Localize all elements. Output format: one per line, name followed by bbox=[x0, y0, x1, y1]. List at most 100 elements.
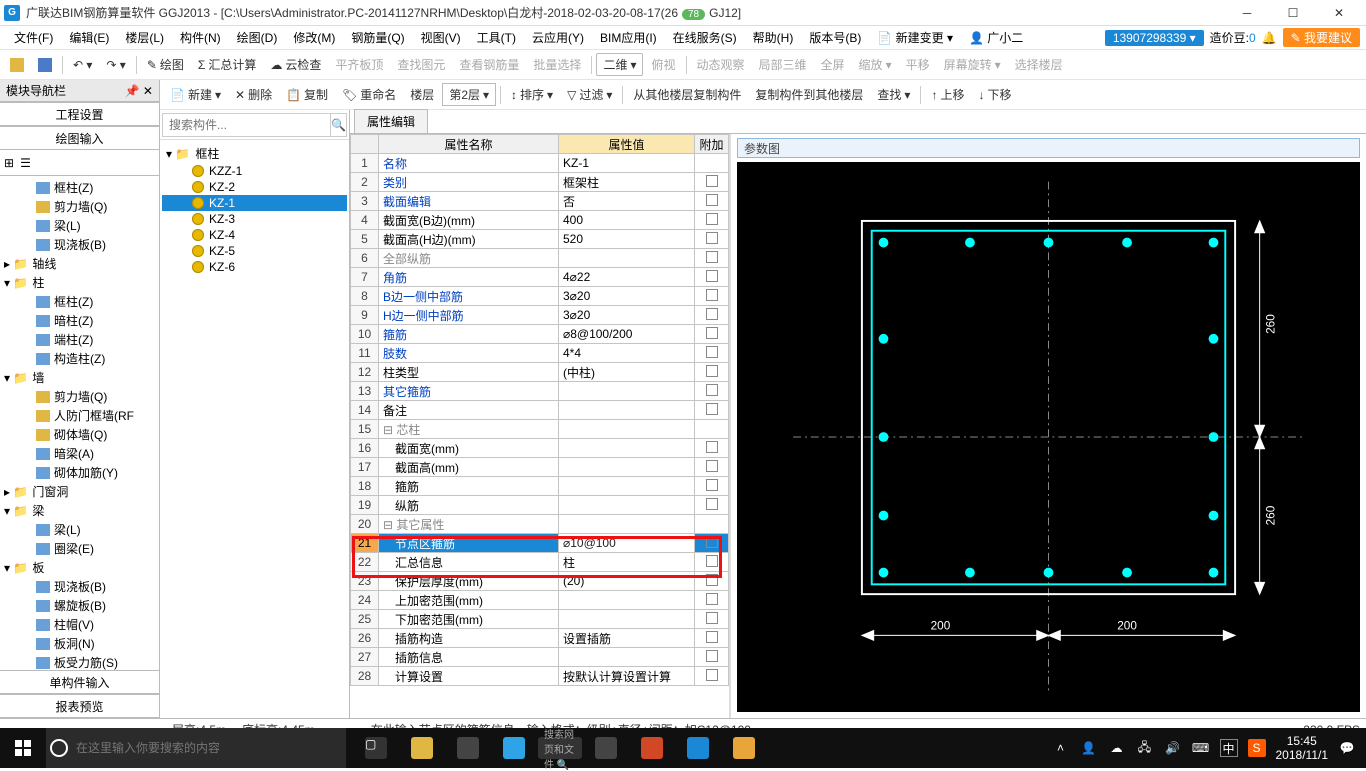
lefttree-item[interactable]: 暗柱(Z) bbox=[0, 311, 159, 330]
tb-top[interactable]: 俯视 bbox=[645, 54, 681, 75]
tb-open[interactable] bbox=[4, 56, 30, 74]
lefttree-item[interactable]: ▾ 📁 柱 bbox=[0, 273, 159, 292]
menu-file[interactable]: 文件(F) bbox=[6, 29, 61, 46]
tb2-filter[interactable]: ▽ 过滤 ▾ bbox=[561, 84, 618, 105]
tb2-new[interactable]: 📄 新建 ▾ bbox=[164, 84, 227, 105]
dock-pin-icon[interactable]: 📌 ✕ bbox=[125, 84, 153, 98]
prop-row[interactable]: 23保护层厚度(mm)(20) bbox=[351, 572, 729, 591]
tb-sum[interactable]: Σ 汇总计算 bbox=[192, 54, 262, 75]
lefttree-item[interactable]: 柱帽(V) bbox=[0, 615, 159, 634]
tb-flattop[interactable]: 平齐板顶 bbox=[329, 54, 389, 75]
prop-row[interactable]: 6全部纵筋 bbox=[351, 249, 729, 268]
lefttree-item[interactable]: 框柱(Z) bbox=[0, 292, 159, 311]
taskbar-search[interactable] bbox=[46, 728, 346, 768]
minimize-button[interactable]: ─ bbox=[1224, 0, 1270, 26]
menu-help[interactable]: 帮助(H) bbox=[745, 29, 802, 46]
midtree-root[interactable]: ▾ 📁 框柱 bbox=[162, 144, 347, 163]
menu-component[interactable]: 构件(N) bbox=[172, 29, 229, 46]
dock-btn-draw[interactable]: 绘图输入 bbox=[0, 126, 159, 150]
tb-fullscreen[interactable]: 全屏 bbox=[815, 54, 851, 75]
prop-row[interactable]: 24上加密范围(mm) bbox=[351, 591, 729, 610]
lefttree-item[interactable]: 螺旋板(B) bbox=[0, 596, 159, 615]
menu-view[interactable]: 视图(V) bbox=[413, 29, 469, 46]
lefttree-item[interactable]: 现浇板(B) bbox=[0, 235, 159, 254]
lefttree-item[interactable]: 暗梁(A) bbox=[0, 444, 159, 463]
tb2-down[interactable]: ↓ 下移 bbox=[972, 84, 1017, 105]
lefttree-item[interactable]: 现浇板(B) bbox=[0, 577, 159, 596]
midtree-item[interactable]: KZ-6 bbox=[162, 259, 347, 275]
tb2-copy[interactable]: 📋 复制 bbox=[280, 84, 334, 105]
prop-row[interactable]: 10箍筋⌀8@100/200 bbox=[351, 325, 729, 344]
prop-row[interactable]: 7角筋4⌀22 bbox=[351, 268, 729, 287]
menu-tools[interactable]: 工具(T) bbox=[469, 29, 524, 46]
phone-badge[interactable]: 13907298339 ▾ bbox=[1105, 30, 1204, 46]
tray-net-icon[interactable]: 🖧 bbox=[1136, 739, 1154, 757]
lefttree-item[interactable]: 框柱(Z) bbox=[0, 178, 159, 197]
search-input[interactable] bbox=[162, 113, 331, 137]
tb-orbit[interactable]: 动态观察 bbox=[691, 54, 751, 75]
app-360[interactable] bbox=[584, 728, 628, 768]
user-label[interactable]: 👤 广小二 bbox=[961, 29, 1031, 46]
tb2-sort[interactable]: ↕ 排序 ▾ bbox=[505, 84, 559, 105]
app-taskview[interactable]: ▢ bbox=[354, 728, 398, 768]
tray-sogou-icon[interactable]: S bbox=[1248, 739, 1266, 757]
lefttree-item[interactable]: 构造柱(Z) bbox=[0, 349, 159, 368]
menu-bim[interactable]: BIM应用(I) bbox=[592, 29, 665, 46]
tray-up-icon[interactable]: ˄ bbox=[1052, 739, 1070, 757]
tray-ime[interactable]: 中 bbox=[1220, 739, 1238, 757]
menu-modify[interactable]: 修改(M) bbox=[285, 29, 343, 46]
prop-row[interactable]: 21节点区箍筋⌀10@100 bbox=[351, 534, 729, 553]
lefttree-item[interactable]: 圈梁(E) bbox=[0, 539, 159, 558]
midtree-item[interactable]: KZ-3 bbox=[162, 211, 347, 227]
menu-cloud[interactable]: 云应用(Y) bbox=[524, 29, 592, 46]
tray-people-icon[interactable]: 👤 bbox=[1080, 739, 1098, 757]
prop-row[interactable]: 18箍筋 bbox=[351, 477, 729, 496]
tray-notif-icon[interactable]: 💬 bbox=[1338, 739, 1356, 757]
tb-viewrebar[interactable]: 查看钢筋量 bbox=[453, 54, 525, 75]
prop-row[interactable]: 9H边一侧中部筋3⌀20 bbox=[351, 306, 729, 325]
prop-row[interactable]: 22汇总信息柱 bbox=[351, 553, 729, 572]
prop-row[interactable]: 12柱类型(中柱) bbox=[351, 363, 729, 382]
dock-btn-project[interactable]: 工程设置 bbox=[0, 102, 159, 126]
view-tree-icon[interactable]: ⊞ bbox=[4, 156, 14, 170]
prop-row[interactable]: 1名称KZ-1 bbox=[351, 154, 729, 173]
menu-online[interactable]: 在线服务(S) bbox=[665, 29, 745, 46]
app-folder[interactable] bbox=[400, 728, 444, 768]
bell-icon[interactable]: 🔔 bbox=[1262, 31, 1277, 45]
lefttree-item[interactable]: 砌体墙(Q) bbox=[0, 425, 159, 444]
property-tab[interactable]: 属性编辑 bbox=[354, 109, 428, 133]
tray-clock[interactable]: 15:452018/11/1 bbox=[1276, 734, 1329, 763]
tb-2d[interactable]: 二维 ▾ bbox=[596, 53, 643, 76]
prop-row[interactable]: 3截面编辑否 bbox=[351, 192, 729, 211]
tb-find[interactable]: 查找图元 bbox=[391, 54, 451, 75]
lefttree-item[interactable]: 剪力墙(Q) bbox=[0, 387, 159, 406]
tb-rotate[interactable]: 屏幕旋转 ▾ bbox=[938, 54, 1007, 75]
midtree-item[interactable]: KZZ-1 bbox=[162, 163, 347, 179]
prop-row[interactable]: 4截面宽(B边)(mm)400 bbox=[351, 211, 729, 230]
prop-row[interactable]: 26插筋构造设置插筋 bbox=[351, 629, 729, 648]
dock-btn-single[interactable]: 单构件输入 bbox=[0, 670, 159, 694]
lefttree-item[interactable]: ▾ 📁 墙 bbox=[0, 368, 159, 387]
lefttree-item[interactable]: ▸ 📁 门窗洞 bbox=[0, 482, 159, 501]
prop-row[interactable]: 15⊟ 芯柱 bbox=[351, 420, 729, 439]
component-tree[interactable]: ▾ 📁 框柱KZZ-1KZ-2KZ-1KZ-3KZ-4KZ-5KZ-6 bbox=[160, 140, 349, 718]
tray-vol-icon[interactable]: 🔊 bbox=[1164, 739, 1182, 757]
lefttree-item[interactable]: 人防门框墙(RF bbox=[0, 406, 159, 425]
tb2-up[interactable]: ↑ 上移 bbox=[925, 84, 970, 105]
viewport-canvas[interactable]: 260 260 200 200 bbox=[737, 162, 1360, 712]
menu-edit[interactable]: 编辑(E) bbox=[61, 29, 117, 46]
prop-row[interactable]: 11肢数4*4 bbox=[351, 344, 729, 363]
menu-rebar[interactable]: 钢筋量(Q) bbox=[343, 29, 412, 46]
tb-selfloor[interactable]: 选择楼层 bbox=[1009, 54, 1069, 75]
dock-btn-report[interactable]: 报表预览 bbox=[0, 694, 159, 718]
property-grid[interactable]: 属性名称 属性值 附加 1名称KZ-12类别框架柱3截面编辑否4截面宽(B边)(… bbox=[350, 134, 730, 718]
tb2-rename[interactable]: 🏷 重命名 bbox=[336, 84, 402, 105]
lefttree-item[interactable]: 砌体加筋(Y) bbox=[0, 463, 159, 482]
prop-row[interactable]: 8B边一侧中部筋3⌀20 bbox=[351, 287, 729, 306]
midtree-item[interactable]: KZ-5 bbox=[162, 243, 347, 259]
lefttree-item[interactable]: ▸ 📁 轴线 bbox=[0, 254, 159, 273]
menu-floor[interactable]: 楼层(L) bbox=[117, 29, 172, 46]
suggest-button[interactable]: ✎ 我要建议 bbox=[1283, 28, 1360, 47]
lefttree-item[interactable]: 梁(L) bbox=[0, 520, 159, 539]
app-ppt[interactable] bbox=[630, 728, 674, 768]
